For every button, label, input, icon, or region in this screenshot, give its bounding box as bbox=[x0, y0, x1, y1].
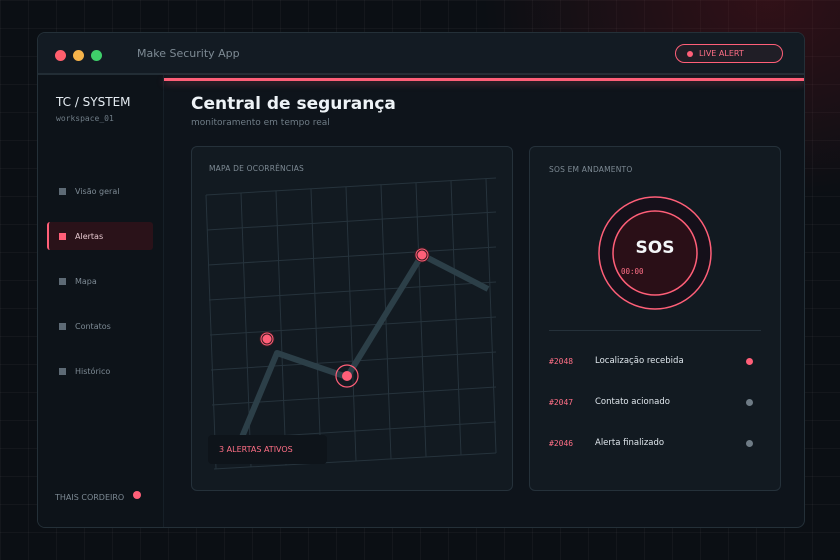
app-title: Make Security App bbox=[137, 47, 240, 60]
page-title: Central de segurança bbox=[191, 94, 396, 114]
status-dot-icon bbox=[746, 398, 753, 406]
sos-list-item[interactable]: #2047 Contato acionado bbox=[549, 391, 761, 413]
close-dot-icon[interactable] bbox=[55, 50, 66, 61]
sos-item-id: #2047 bbox=[549, 397, 574, 407]
workspace-label: workspace_01 bbox=[56, 114, 114, 123]
maximize-dot-icon[interactable] bbox=[91, 50, 102, 61]
sos-item-label: Contato acionado bbox=[595, 397, 670, 407]
sos-list-item[interactable]: #2046 Alerta finalizado bbox=[549, 432, 761, 454]
sos-timer: 00:00 bbox=[621, 267, 644, 276]
live-alert-label: LIVE ALERT bbox=[699, 49, 744, 58]
sos-label: SOS bbox=[635, 238, 675, 258]
sidebar-item-visao-geral[interactable]: Visão geral bbox=[47, 177, 153, 205]
sidebar-item-mapa[interactable]: Mapa bbox=[47, 267, 153, 295]
sos-item-label: Localização recebida bbox=[595, 356, 684, 366]
sos-card: SOS EM ANDAMENTO SOS 00:00 #2048 Localiz… bbox=[529, 146, 781, 491]
main-content: Central de segurança monitoramento em te… bbox=[164, 75, 804, 527]
sidebar-item-alertas[interactable]: Alertas bbox=[47, 222, 153, 250]
square-icon bbox=[59, 187, 66, 195]
live-dot-icon bbox=[687, 50, 693, 57]
alerts-badge[interactable]: 3 ALERTAS ATIVOS bbox=[208, 435, 327, 464]
map-card: MAPA DE OCORRÊNCIAS 3 ALERTAS ATIVOS bbox=[191, 146, 513, 491]
sidebar-item-historico[interactable]: Histórico bbox=[47, 357, 153, 385]
page-subtitle: monitoramento em tempo real bbox=[191, 118, 330, 128]
square-icon bbox=[59, 367, 66, 375]
status-dot-icon bbox=[746, 357, 753, 365]
sidebar-item-label: Contatos bbox=[75, 321, 111, 331]
title-bar: Make Security App LIVE ALERT bbox=[38, 33, 804, 75]
minimize-dot-icon[interactable] bbox=[73, 50, 84, 61]
sos-list-item[interactable]: #2048 Localização recebida bbox=[549, 350, 761, 372]
sos-item-id: #2048 bbox=[549, 356, 574, 366]
user-name[interactable]: THAIS CORDEIRO bbox=[55, 493, 124, 502]
sidebar-item-label: Mapa bbox=[75, 276, 97, 286]
alert-marker-icon[interactable] bbox=[259, 331, 275, 347]
sos-item-id: #2046 bbox=[549, 438, 574, 448]
sidebar-item-label: Visão geral bbox=[75, 186, 120, 196]
square-icon bbox=[59, 277, 66, 285]
brand-title: TC / SYSTEM bbox=[56, 95, 131, 109]
sos-button[interactable]: SOS 00:00 bbox=[613, 211, 697, 295]
app-window: Make Security App LIVE ALERT TC / SYSTEM… bbox=[37, 32, 805, 528]
user-status-dot-icon bbox=[133, 491, 141, 499]
sidebar: TC / SYSTEM workspace_01 Visão geral Ale… bbox=[38, 75, 164, 527]
accent-bar bbox=[164, 78, 804, 81]
sos-divider bbox=[549, 330, 761, 331]
square-icon bbox=[59, 232, 66, 240]
alert-marker-icon[interactable] bbox=[414, 247, 430, 263]
map-card-title: MAPA DE OCORRÊNCIAS bbox=[209, 164, 305, 173]
status-dot-icon bbox=[746, 439, 753, 447]
sidebar-item-contatos[interactable]: Contatos bbox=[47, 312, 153, 340]
sos-item-label: Alerta finalizado bbox=[595, 438, 665, 448]
live-alert-button[interactable]: LIVE ALERT bbox=[675, 44, 783, 63]
sidebar-item-label: Histórico bbox=[75, 366, 111, 376]
sidebar-item-label: Alertas bbox=[75, 231, 104, 241]
square-icon bbox=[59, 322, 66, 330]
